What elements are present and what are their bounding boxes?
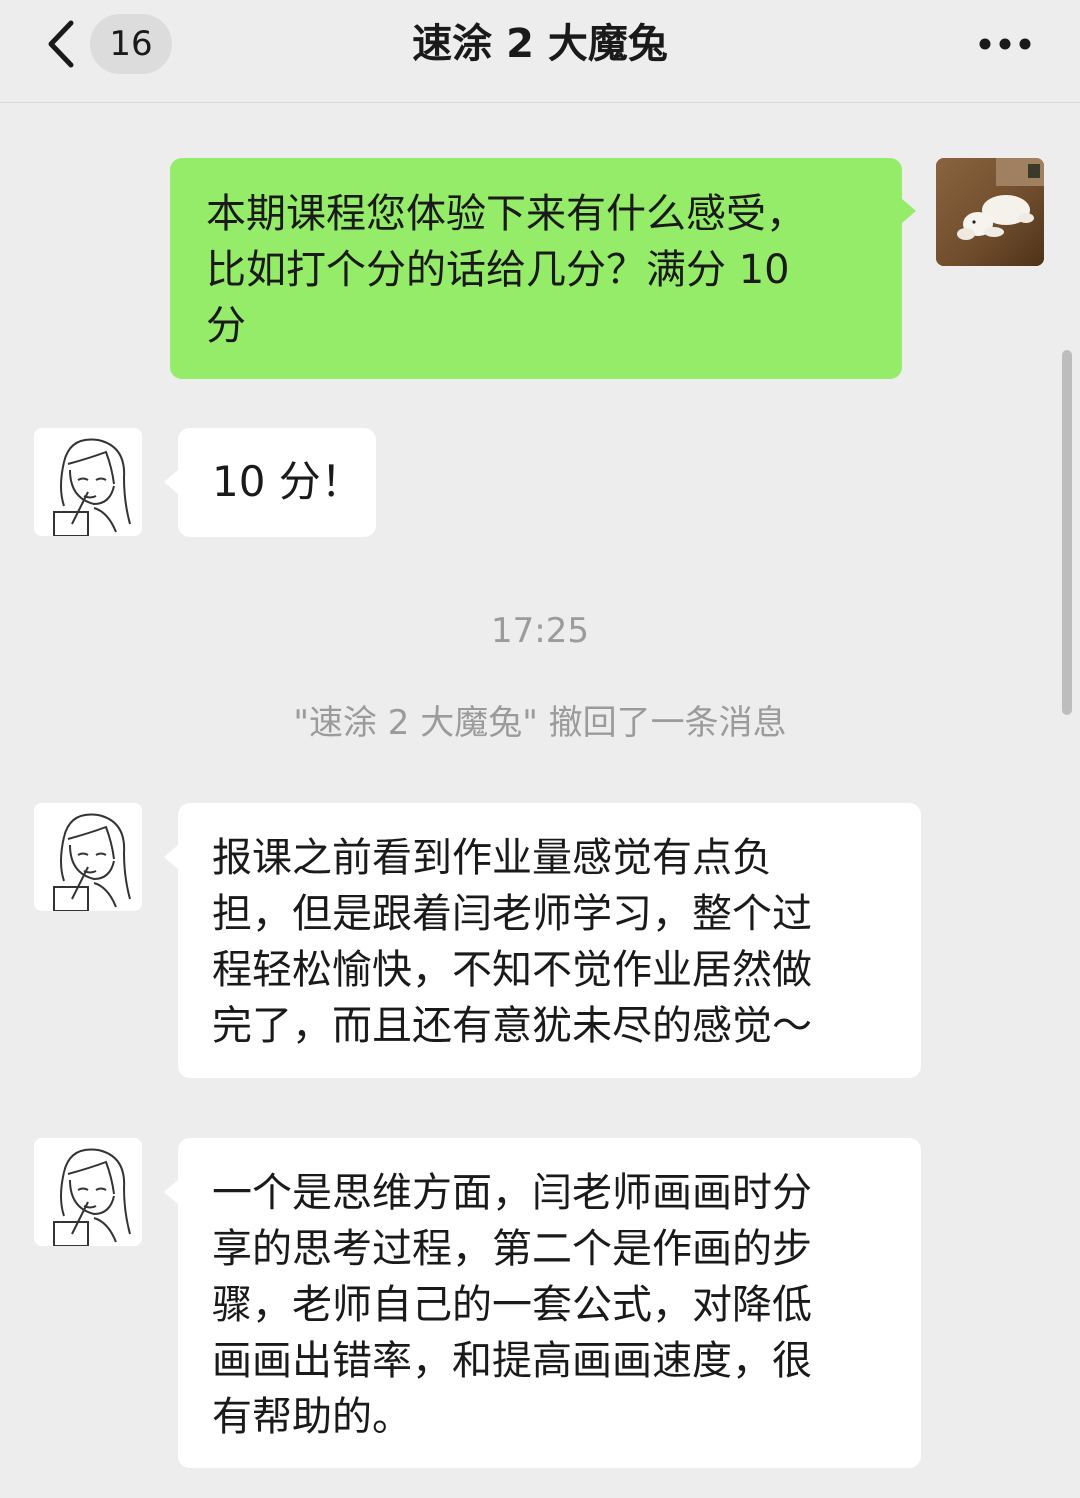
message-line: 骤，老师自己的一套公式，对降低 bbox=[212, 1282, 812, 1328]
received-message-bubble[interactable]: 报课之前看到作业量感觉有点负 担，但是跟着闫老师学习，整个过 程轻松愉快，不知不… bbox=[178, 803, 921, 1078]
message-line: 完了，而且还有意犹未尽的感觉～ bbox=[212, 1003, 812, 1049]
message-line: 程轻松愉快，不知不觉作业居然做 bbox=[212, 947, 812, 993]
girl-drawing-avatar-icon bbox=[34, 803, 142, 911]
received-message-bubble[interactable]: 10 分！ bbox=[178, 428, 376, 537]
recall-notice: "速涂 2 大魔兔" 撤回了一条消息 bbox=[293, 703, 787, 743]
my-avatar[interactable] bbox=[936, 158, 1044, 266]
message-line: 一个是思维方面，闫老师画画时分 bbox=[212, 1170, 812, 1216]
chat-title: 速涂 2 大魔兔 bbox=[412, 21, 668, 67]
scrollbar[interactable] bbox=[1062, 350, 1072, 715]
sent-message-bubble[interactable]: 本期课程您体验下来有什么感受， 比如打个分的话给几分？满分 10 分 bbox=[170, 158, 902, 379]
message-line: 画画出错率，和提高画画速度，很 bbox=[212, 1338, 812, 1384]
girl-drawing-avatar-icon bbox=[34, 1138, 142, 1246]
timestamp: 17:25 bbox=[491, 611, 589, 651]
received-message-bubble[interactable]: 一个是思维方面，闫老师画画时分 享的思考过程，第二个是作画的步 骤，老师自己的一… bbox=[178, 1138, 921, 1468]
contact-avatar[interactable] bbox=[34, 803, 142, 911]
bubble-tail bbox=[164, 845, 178, 869]
message-line: 本期课程您体验下来有什么感受， bbox=[206, 191, 806, 237]
message-line: 享的思考过程，第二个是作画的步 bbox=[212, 1226, 812, 1272]
bubble-tail bbox=[902, 199, 916, 223]
message-line: 比如打个分的话给几分？满分 10 bbox=[206, 247, 790, 293]
more-button[interactable] bbox=[970, 14, 1040, 74]
back-button[interactable] bbox=[30, 14, 90, 74]
unread-count-badge[interactable]: 16 bbox=[90, 14, 172, 74]
bubble-tail bbox=[164, 470, 178, 494]
message-line: 担，但是跟着闫老师学习，整个过 bbox=[212, 891, 812, 937]
message-line: 10 分！ bbox=[212, 457, 363, 506]
message-line: 报课之前看到作业量感觉有点负 bbox=[212, 835, 772, 881]
chat-header: 16 速涂 2 大魔兔 bbox=[0, 0, 1080, 103]
bubble-tail bbox=[164, 1180, 178, 1204]
girl-drawing-avatar-icon bbox=[34, 428, 142, 536]
message-line: 分 bbox=[206, 303, 246, 349]
contact-avatar[interactable] bbox=[34, 428, 142, 536]
chevron-left-icon bbox=[48, 20, 74, 68]
message-line: 有帮助的。 bbox=[212, 1394, 412, 1440]
dog-photo-image bbox=[936, 158, 1044, 266]
contact-avatar[interactable] bbox=[34, 1138, 142, 1246]
ellipsis-icon bbox=[979, 38, 1031, 50]
